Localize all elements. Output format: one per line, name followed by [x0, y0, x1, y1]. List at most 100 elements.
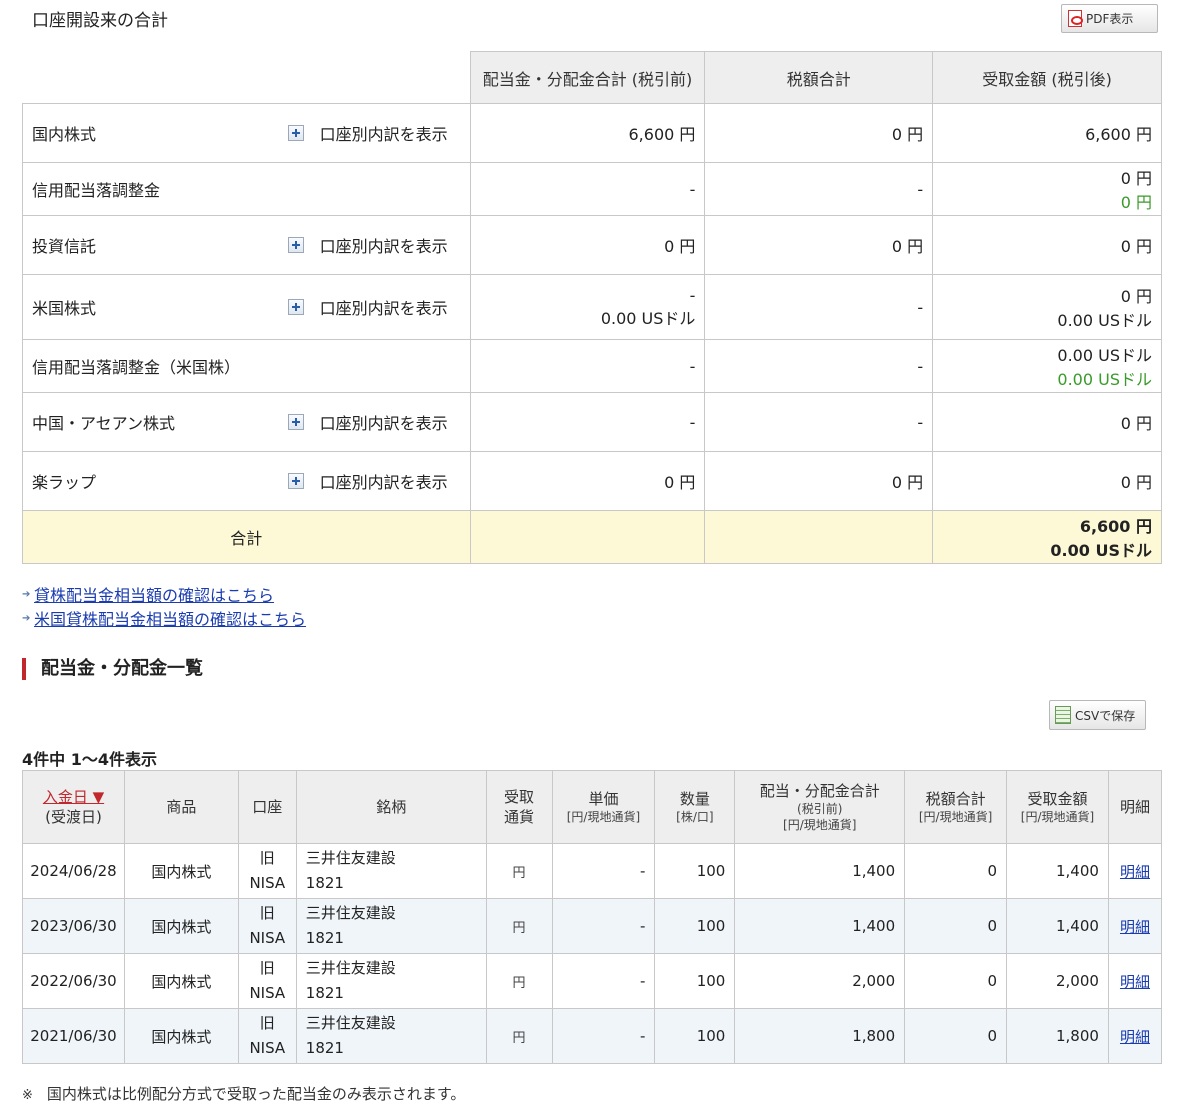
- expand-label: 口座別内訳を表示: [319, 473, 448, 492]
- value-line: 0 円: [891, 473, 924, 492]
- value-line: 0.00 USドル: [1057, 311, 1152, 330]
- currency-cell: 円: [485, 1008, 553, 1064]
- product-cell: 国内株式: [123, 843, 239, 899]
- header-tax-total: 税額合計 [円/現地通貨]: [904, 770, 1008, 844]
- currency-cell: 円: [485, 953, 553, 1009]
- pretax-cell: -: [469, 392, 706, 452]
- stock-cell: 三井住友建設 1821: [295, 1008, 487, 1064]
- sort-date-link[interactable]: 入金日 ▼: [43, 788, 104, 806]
- expand-label: 口座別内訳を表示: [319, 125, 448, 144]
- price-cell: -: [551, 843, 656, 899]
- header-net-amount: 受取金額 [円/現地通貨]: [1006, 770, 1109, 844]
- account-cell: 旧 NISA: [237, 898, 297, 954]
- header-name: 銘柄: [295, 770, 487, 844]
- pretax-cell: 6,600 円: [469, 103, 706, 163]
- expand-label: 口座別内訳を表示: [319, 237, 448, 256]
- value-line: -: [917, 179, 924, 199]
- csv-save-button[interactable]: CSVで保存: [1049, 700, 1146, 730]
- tax-cell: 0: [904, 1008, 1008, 1064]
- value-line: -: [689, 285, 696, 305]
- value-line-green: 0.00 USドル: [1057, 370, 1152, 389]
- account-breakdown-toggle[interactable]: 口座別内訳を表示: [287, 121, 448, 145]
- account-cell: 旧 NISA: [237, 953, 297, 1009]
- table-row: 2021/06/30 国内株式旧 NISA 三井住友建設 1821 円 -100 1,800 0…: [22, 1008, 1163, 1064]
- header-product: 商品: [123, 770, 239, 844]
- value-line: 0.00 USドル: [600, 308, 696, 328]
- pretax-cell: 0 円: [469, 215, 706, 275]
- summary-row: 楽ラップ 口座別内訳を表示 0 円 0 円 0 円: [22, 451, 1162, 511]
- net-cell: 6,600 円: [932, 103, 1162, 163]
- detail-link[interactable]: 明細: [1120, 918, 1150, 936]
- table-row: 2024/06/28 国内株式旧 NISA 三井住友建設 1821 円 -100 1,400 0…: [22, 843, 1163, 899]
- page-title: 口座開設来の合計: [32, 11, 168, 31]
- value-line: -: [917, 412, 924, 432]
- value-line: -: [917, 297, 924, 317]
- currency-cell: 円: [485, 898, 553, 954]
- value-line: 0 円: [1120, 237, 1152, 256]
- net-cell: 0.00 USドル 0.00 USドル: [932, 339, 1162, 393]
- us-lending-dividend-link[interactable]: 米国貸株配当金相当額の確認はこちら: [34, 606, 306, 630]
- value-line: 0 円: [1120, 473, 1152, 492]
- net-cell: 1,400: [1006, 898, 1109, 954]
- value-line: 0 円: [664, 473, 696, 492]
- account-breakdown-toggle[interactable]: 口座別内訳を表示: [287, 410, 448, 434]
- tax-cell: 0: [904, 898, 1008, 954]
- summary-row: 米国株式 口座別内訳を表示 - 0.00 USドル - 0 円 0.00 USドル: [22, 274, 1162, 340]
- plus-icon: [287, 237, 304, 253]
- summary-table: 配当金・分配金合計 (税引前) 税額合計 受取金額 (税引後) 国内株式 口座別内…: [22, 51, 1162, 564]
- account-breakdown-toggle[interactable]: 口座別内訳を表示: [287, 469, 448, 493]
- total-cell: 2,000: [734, 953, 906, 1009]
- detail-cell: 明細: [1107, 1008, 1163, 1064]
- footnote: ※ 国内株式は比例配分方式で受取った配当金のみ表示されます。: [22, 1085, 466, 1103]
- detail-link[interactable]: 明細: [1120, 1028, 1150, 1046]
- row-label: 中国・アセアン株式: [32, 414, 176, 433]
- dividend-list-table: 入金日 ▼ (受渡日) 商品 口座 銘柄 受取 通貨 単価 [円/現地通貨] 数量 [株…: [22, 770, 1163, 1064]
- value-line: -: [689, 356, 696, 376]
- account-breakdown-toggle[interactable]: 口座別内訳を表示: [287, 233, 448, 257]
- value-line: 6,600 円: [1079, 517, 1152, 536]
- tax-cell: -: [704, 392, 934, 452]
- value-line: -: [689, 179, 696, 199]
- account-breakdown-toggle[interactable]: 口座別内訳を表示: [287, 295, 448, 319]
- section-title: 配当金・分配金一覧: [22, 658, 203, 680]
- net-cell: 0 円0 円: [932, 162, 1162, 216]
- date-cell: 2021/06/30: [22, 1008, 125, 1064]
- row-label: 信用配当落調整金（米国株）: [32, 358, 241, 377]
- arrow-icon: ➔: [22, 612, 31, 624]
- header-total: 配当・分配金合計 (税引前) [円/現地通貨]: [734, 770, 906, 844]
- pretax-cell: - 0.00 USドル: [469, 274, 706, 340]
- summary-row: 投資信託 口座別内訳を表示 0 円 0 円 0 円: [22, 215, 1162, 275]
- qty-cell: 100: [654, 953, 736, 1009]
- result-count: 4件中 1〜4件表示: [22, 750, 157, 769]
- summary-row: 国内株式 口座別内訳を表示 6,600 円 0 円 6,600 円: [22, 103, 1162, 163]
- plus-icon: [287, 414, 304, 430]
- pretax-cell: 0 円: [469, 451, 706, 511]
- row-label: 国内株式: [32, 125, 97, 144]
- tax-cell: -: [704, 162, 934, 216]
- qty-cell: 100: [654, 898, 736, 954]
- pdf-button[interactable]: PDF表示: [1061, 4, 1158, 33]
- stock-cell: 三井住友建設 1821: [295, 898, 487, 954]
- detail-link[interactable]: 明細: [1120, 863, 1150, 881]
- total-cell: 1,400: [734, 898, 906, 954]
- arrow-icon: ➔: [22, 588, 31, 600]
- header-pretax: 配当金・分配金合計 (税引前): [469, 51, 706, 104]
- value-line: 6,600 円: [628, 125, 696, 144]
- header-qty: 数量 [株/口]: [654, 770, 736, 844]
- row-label: 楽ラップ: [32, 473, 97, 492]
- lending-dividend-link[interactable]: 貸株配当金相当額の確認はこちら: [34, 582, 274, 606]
- price-cell: -: [551, 1008, 656, 1064]
- net-cell: 1,400: [1006, 843, 1109, 899]
- pdf-icon: [1068, 10, 1083, 27]
- date-cell: 2024/06/28: [22, 843, 125, 899]
- header-date: 入金日 ▼ (受渡日): [22, 770, 125, 844]
- spreadsheet-icon: [1055, 706, 1071, 724]
- tax-cell: 0: [904, 953, 1008, 1009]
- value-line: 0.00 USドル: [1057, 346, 1152, 365]
- summary-total-row: 合計 6,600 円 0.00 USドル: [22, 510, 1162, 564]
- plus-icon: [287, 473, 304, 489]
- tax-cell: 0 円: [704, 103, 934, 163]
- detail-link[interactable]: 明細: [1120, 973, 1150, 991]
- header-price: 単価 [円/現地通貨]: [551, 770, 656, 844]
- net-cell: 2,000: [1006, 953, 1109, 1009]
